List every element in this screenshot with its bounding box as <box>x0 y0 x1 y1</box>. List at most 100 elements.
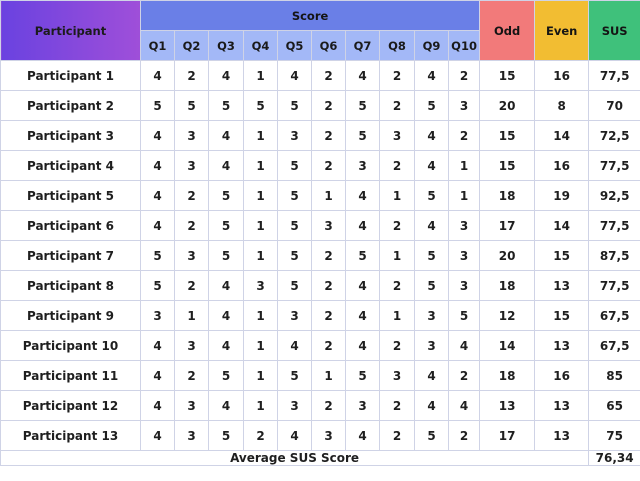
score-cell-q3: 4 <box>208 150 244 181</box>
score-cell-q8: 1 <box>379 180 415 211</box>
score-cell-q3: 4 <box>208 60 244 91</box>
odd-cell: 12 <box>479 300 536 331</box>
odd-cell: 18 <box>479 360 536 391</box>
odd-header: Odd <box>479 0 536 61</box>
score-cell-q3: 4 <box>208 330 244 361</box>
score-cell-q1: 3 <box>140 300 175 331</box>
score-cell-q9: 4 <box>414 390 449 421</box>
score-cell-q3: 4 <box>208 390 244 421</box>
score-cell-q2: 3 <box>174 150 209 181</box>
score-cell-q10: 4 <box>447 390 481 421</box>
even-cell: 13 <box>534 390 590 421</box>
table-row: Participant 3 4 3 4 1 3 2 5 3 4 2 15 14 72,5 <box>0 120 640 151</box>
score-cell-q10: 2 <box>447 60 481 91</box>
score-cell-q7: 4 <box>345 300 380 331</box>
score-cell-q5: 4 <box>277 330 312 361</box>
table-row: Participant 6 4 2 5 1 5 3 4 2 4 3 17 14 77,5 <box>0 210 640 241</box>
table-row: Participant 5 4 2 5 1 5 1 4 1 5 1 18 19 92,5 <box>0 180 640 211</box>
score-cell-q8: 2 <box>379 390 415 421</box>
participant-name: Participant 6 <box>0 210 141 241</box>
score-cell-q1: 4 <box>140 60 175 91</box>
participant-name: Participant 13 <box>0 420 141 451</box>
score-cell-q3: 5 <box>208 210 244 241</box>
question-header-8: Q8 <box>379 30 415 61</box>
table-row: Participant 2 5 5 5 5 5 2 5 2 5 3 20 8 70 <box>0 90 640 121</box>
participant-name: Participant 4 <box>0 150 141 181</box>
score-cell-q8: 2 <box>379 330 415 361</box>
sus-cell: 70 <box>588 90 640 121</box>
score-cell-q2: 2 <box>174 270 209 301</box>
score-cell-q10: 3 <box>447 210 481 241</box>
score-cell-q4: 1 <box>243 180 278 211</box>
score-cell-q6: 2 <box>311 270 346 301</box>
score-cell-q6: 3 <box>311 420 346 451</box>
score-cell-q1: 4 <box>140 120 175 151</box>
score-cell-q1: 4 <box>140 210 175 241</box>
score-cell-q5: 5 <box>277 210 312 241</box>
table-row: Participant 13 4 3 5 2 4 3 4 2 5 2 17 13 75 <box>0 420 640 451</box>
score-cell-q7: 5 <box>345 360 380 391</box>
score-cell-q8: 2 <box>379 420 415 451</box>
odd-cell: 14 <box>479 330 536 361</box>
score-cell-q1: 4 <box>140 180 175 211</box>
score-cell-q6: 1 <box>311 360 346 391</box>
even-cell: 16 <box>534 360 590 391</box>
question-header-10: Q10 <box>447 30 481 61</box>
table-row: Participant 10 4 3 4 1 4 2 4 2 3 4 14 13 67,5 <box>0 330 640 361</box>
score-cell-q7: 5 <box>345 240 380 271</box>
score-cell-q7: 4 <box>345 210 380 241</box>
score-cell-q10: 2 <box>447 420 481 451</box>
score-cell-q8: 2 <box>379 270 415 301</box>
score-cell-q6: 2 <box>311 390 346 421</box>
score-cell-q8: 3 <box>379 360 415 391</box>
score-cell-q4: 1 <box>243 210 278 241</box>
score-cell-q9: 4 <box>414 120 449 151</box>
odd-cell: 20 <box>479 90 536 121</box>
even-cell: 8 <box>534 90 590 121</box>
score-cell-q7: 3 <box>345 390 380 421</box>
score-cell-q5: 3 <box>277 120 312 151</box>
score-cell-q1: 4 <box>140 330 175 361</box>
score-cell-q10: 3 <box>447 90 481 121</box>
sus-cell: 67,5 <box>588 330 640 361</box>
participant-name: Participant 11 <box>0 360 141 391</box>
score-cell-q10: 1 <box>447 150 481 181</box>
score-cell-q6: 2 <box>311 120 346 151</box>
score-cell-q4: 1 <box>243 360 278 391</box>
question-header-2: Q2 <box>174 30 209 61</box>
score-cell-q3: 4 <box>208 120 244 151</box>
odd-cell: 15 <box>479 120 536 151</box>
score-cell-q2: 3 <box>174 390 209 421</box>
score-cell-q2: 2 <box>174 60 209 91</box>
score-cell-q9: 4 <box>414 210 449 241</box>
sus-cell: 77,5 <box>588 60 640 91</box>
score-cell-q9: 5 <box>414 240 449 271</box>
score-cell-q7: 5 <box>345 120 380 151</box>
score-cell-q7: 4 <box>345 270 380 301</box>
odd-cell: 17 <box>479 210 536 241</box>
sus-cell: 77,5 <box>588 210 640 241</box>
participant-name: Participant 3 <box>0 120 141 151</box>
score-cell-q7: 4 <box>345 60 380 91</box>
score-cell-q1: 5 <box>140 270 175 301</box>
score-cell-q5: 5 <box>277 360 312 391</box>
score-cell-q4: 2 <box>243 420 278 451</box>
score-cell-q5: 5 <box>277 270 312 301</box>
score-cell-q5: 5 <box>277 150 312 181</box>
table-row: Participant 12 4 3 4 1 3 2 3 2 4 4 13 13 65 <box>0 390 640 421</box>
score-cell-q10: 3 <box>447 240 481 271</box>
even-cell: 15 <box>534 300 590 331</box>
score-cell-q1: 4 <box>140 360 175 391</box>
score-cell-q1: 4 <box>140 390 175 421</box>
table-row: Participant 8 5 2 4 3 5 2 4 2 5 3 18 13 77,5 <box>0 270 640 301</box>
question-header-1: Q1 <box>140 30 175 61</box>
score-cell-q5: 3 <box>277 300 312 331</box>
score-cell-q9: 4 <box>414 150 449 181</box>
participant-name: Participant 8 <box>0 270 141 301</box>
score-cell-q5: 4 <box>277 60 312 91</box>
even-cell: 14 <box>534 210 590 241</box>
score-cell-q6: 2 <box>311 150 346 181</box>
score-cell-q9: 5 <box>414 420 449 451</box>
score-cell-q5: 5 <box>277 90 312 121</box>
sus-cell: 65 <box>588 390 640 421</box>
